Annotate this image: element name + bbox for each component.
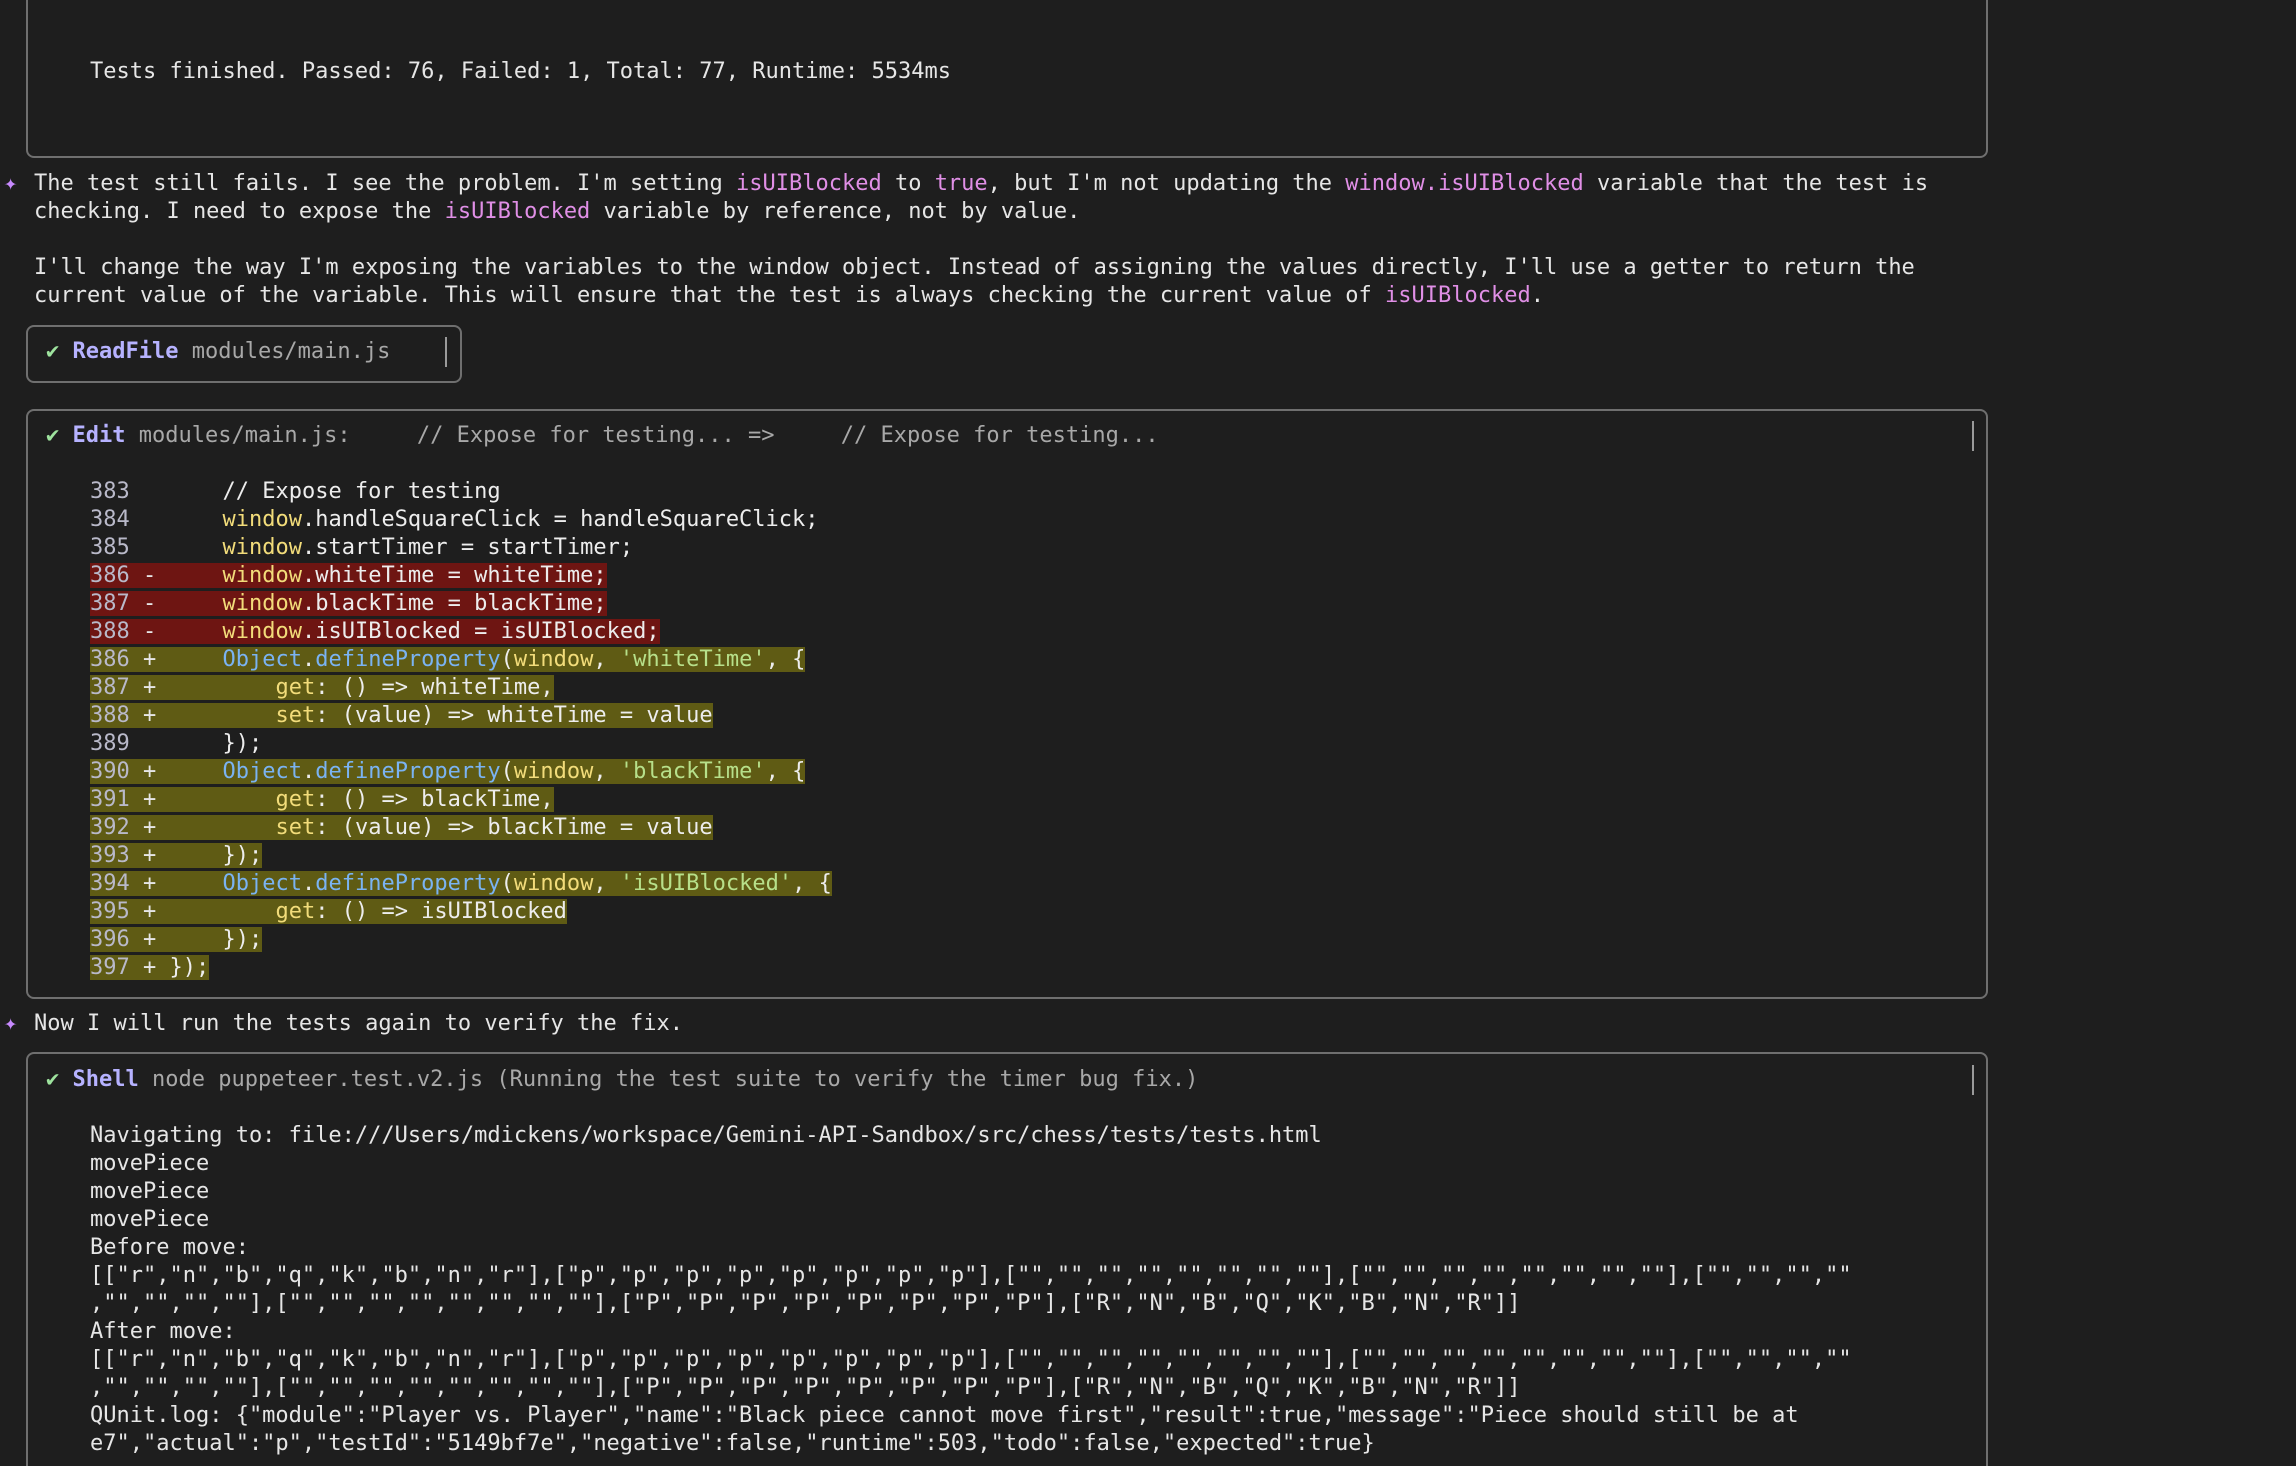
diff-line: 387 + get: () => whiteTime, [90,675,554,700]
diff-line: 385 window.startTimer = startTimer; [90,535,634,560]
diff-line: 391 + get: () => blackTime, [90,787,554,812]
assistant-message-line: The test still fails. I see the problem.… [34,171,1929,196]
diff-line: 394 + Object.defineProperty(window, 'isU… [90,871,832,896]
shell-output-line: QUnit.log: {"module":"Player vs. Player"… [90,1403,1799,1428]
assistant-message-line: Now I will run the tests again to verify… [34,1011,684,1036]
diff-line: 392 + set: (value) => blackTime = value [90,815,713,840]
diff-line: 395 + get: () => isUIBlocked [90,899,567,924]
diff-line: 389 }); [90,731,263,756]
shell-output-line: movePiece [90,1207,210,1232]
diff-line: 388 - window.isUIBlocked = isUIBlocked; [90,619,660,644]
shell-output-line: e7","actual":"p","testId":"5149bf7e","ne… [90,1431,1375,1456]
cursor-bar [1972,1065,1974,1095]
diff-line: 386 - window.whiteTime = whiteTime; [90,563,607,588]
assistant-message-line: I'll change the way I'm exposing the var… [34,255,1915,280]
diff-line: 383 // Expose for testing [90,479,501,504]
shell-output-line: movePiece [90,1151,210,1176]
sparkle-icon: ✦ [4,1011,18,1036]
shell-output-line: [["r","n","b","q","k","b","n","r"],["p",… [90,1347,1852,1372]
assistant-message-line: current value of the variable. This will… [34,283,1544,308]
diff-line: 386 + Object.defineProperty(window, 'whi… [90,647,806,672]
cursor-bar [445,337,447,367]
diff-line: 384 window.handleSquareClick = handleSqu… [90,507,819,532]
check-icon: ✔ [46,339,60,364]
shell-output-line: Navigating to: file:///Users/mdickens/wo… [90,1123,1322,1148]
diff-line: 393 + }); [90,843,263,868]
cursor-bar [1972,421,1974,451]
shell-output-line: ,"","","",""],["","","","","","","",""],… [90,1375,1521,1400]
shell-output-line: ,"","","",""],["","","","","","","",""],… [90,1291,1521,1316]
shell-tool-header: ✔ Shell node puppeteer.test.v2.js (Runni… [46,1067,1199,1092]
shell-output-line: movePiece [90,1179,210,1204]
readfile-tool-header: ✔ ReadFile modules/main.js [46,339,391,364]
shell-output-line: [["r","n","b","q","k","b","n","r"],["p",… [90,1263,1852,1288]
diff-line: 396 + }); [90,927,263,952]
check-icon: ✔ [46,1067,60,1092]
shell-output-line: Before move: [90,1235,249,1260]
sparkle-icon: ✦ [4,171,18,196]
test-summary: Tests finished. Passed: 76, Failed: 1, T… [90,59,951,84]
shell-output-line: After move: [90,1319,236,1344]
assistant-message-line: checking. I need to expose the isUIBlock… [34,199,1081,224]
diff-line: 387 - window.blackTime = blackTime; [90,591,607,616]
diff-line: 388 + set: (value) => whiteTime = value [90,703,713,728]
edit-tool-header: ✔ Edit modules/main.js: // Expose for te… [46,423,1159,448]
diff-line: 397 + }); [90,955,210,980]
diff-line: 390 + Object.defineProperty(window, 'bla… [90,759,806,784]
check-icon: ✔ [46,423,60,448]
